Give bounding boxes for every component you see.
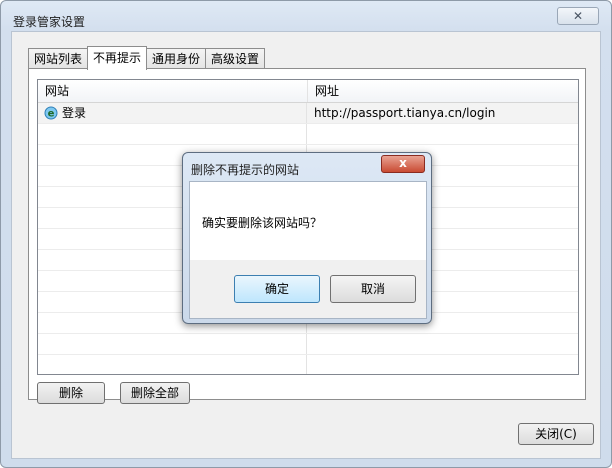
tab-advanced-settings[interactable]: 高级设置 [205,48,266,69]
close-button[interactable]: 关闭(C) [518,423,594,445]
row-site-name: 登录 [62,106,87,120]
svg-text:e: e [48,109,55,120]
list-row-empty [38,355,578,374]
tab-site-list[interactable]: 网站列表 [28,48,89,69]
confirm-dialog: 删除不再提示的网站 x 确实要删除该网站吗？ 确定 取消 [182,152,432,324]
list-header: 网站 网址 [38,80,578,103]
column-header-site[interactable]: 网站 [38,80,308,102]
list-row-empty [38,124,578,145]
window-title: 登录管家设置 [13,15,86,29]
confirm-cancel-button[interactable]: 取消 [330,275,416,303]
tab-common-identity[interactable]: 通用身份 [146,48,207,69]
dialog-message-area: 确实要删除该网站吗？ [190,182,426,260]
tab-no-prompt[interactable]: 不再提示 [87,46,148,70]
row-site-url: http://passport.tianya.cn/login [314,106,496,120]
delete-button[interactable]: 删除 [37,382,105,404]
confirm-ok-button[interactable]: 确定 [234,275,320,303]
dialog-title: 删除不再提示的网站 [191,163,300,177]
dialog-message: 确实要删除该网站吗？ [202,216,323,230]
tab-strip: 网站列表 不再提示 通用身份 高级设置 [28,46,266,70]
list-row-empty [38,334,578,355]
dialog-body: 确实要删除该网站吗？ 确定 取消 [189,181,427,319]
ie-globe-icon: e [44,106,58,120]
column-header-url[interactable]: 网址 [308,80,578,102]
delete-all-button[interactable]: 删除全部 [120,382,190,404]
window-close-button[interactable]: ✕ [557,7,599,25]
dialog-close-button[interactable]: x [381,155,425,173]
list-row[interactable]: e 登录 http://passport.tianya.cn/login [38,103,578,124]
